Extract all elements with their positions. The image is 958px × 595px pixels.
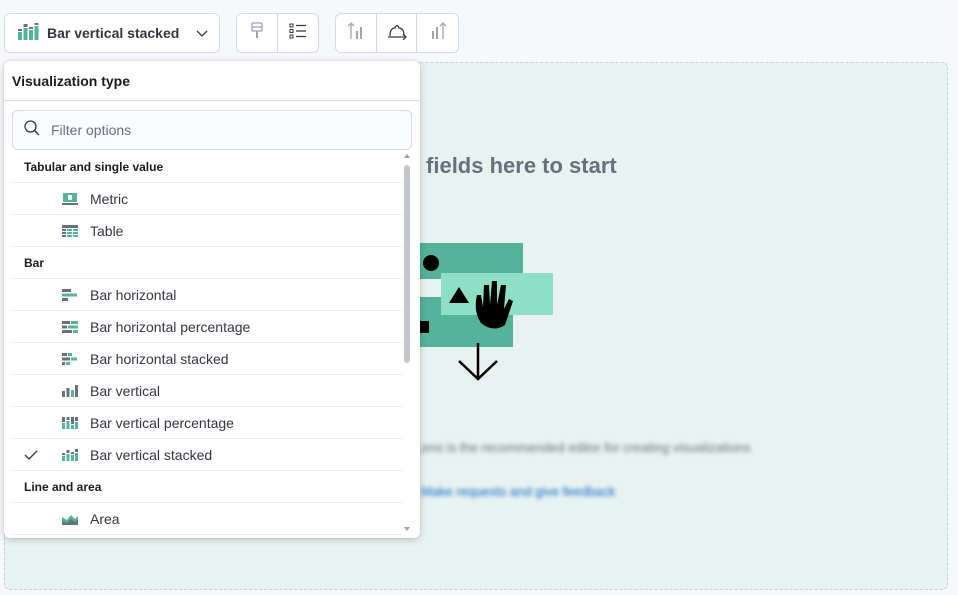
bar-vertical-icon [62,384,78,397]
scrollbar-thumb[interactable] [404,165,410,363]
option-bar-horizontal-stacked[interactable]: Bar horizontal stacked [12,343,402,375]
scroll-down-arrow[interactable] [404,527,410,531]
bottom-axis-icon [387,22,407,45]
option-bar-vertical-stacked[interactable]: Bar vertical stacked [12,439,402,471]
paintbrush-button[interactable] [237,14,278,52]
option-label: Area [90,510,120,527]
chevron-down-icon [195,26,209,40]
visualization-type-popover: Visualization type Tabular and single va… [4,61,420,538]
option-area[interactable]: Area [12,503,402,535]
visualization-type-label: Bar vertical stacked [47,25,180,41]
right-axis-icon [429,21,447,46]
visualization-type-list: Tabular and single value Metric Table Ba… [12,151,402,535]
filter-options-search [12,110,412,150]
checkmark-icon [24,448,44,462]
option-label: Bar horizontal [90,286,177,303]
bar-vertical-stacked-icon [17,22,39,45]
left-axis-button[interactable] [336,14,377,52]
option-table[interactable]: Table [12,215,402,247]
option-label: Metric [90,190,129,207]
option-label: Bar horizontal stacked [90,350,229,367]
option-bar-horizontal[interactable]: Bar horizontal [12,279,402,311]
group-header-tabular: Tabular and single value [12,151,402,183]
option-label: Bar vertical [90,382,161,399]
bar-horizontal-icon [62,288,78,301]
search-icon [23,119,41,142]
filter-options-input[interactable] [51,122,391,138]
option-label: Table [90,222,124,239]
list-settings-button[interactable] [278,14,319,52]
option-bar-vertical-percentage[interactable]: Bar vertical percentage [12,407,402,439]
option-metric[interactable]: Metric [12,183,402,215]
bar-vertical-percentage-icon [62,416,78,429]
toolbar: Bar vertical stacked [0,0,958,62]
bar-vertical-stacked-icon [62,448,78,461]
axis-button-group [335,13,459,53]
bar-horizontal-stacked-icon [62,352,78,365]
bar-horizontal-percentage-icon [62,320,78,333]
right-axis-button[interactable] [417,14,458,52]
bottom-axis-button[interactable] [377,14,418,52]
option-bar-vertical[interactable]: Bar vertical [12,375,402,407]
area-chart-icon [62,513,78,525]
scroll-up-arrow[interactable] [404,154,410,158]
option-label: Bar horizontal percentage [90,318,251,335]
visualization-type-button[interactable]: Bar vertical stacked [4,13,220,53]
option-label: Bar vertical percentage [90,414,234,431]
list-scrollbar[interactable] [402,153,412,531]
list-settings-icon [289,23,307,44]
left-axis-icon [347,21,365,46]
popover-title: Visualization type [4,61,420,101]
paintbrush-icon [250,21,264,45]
drop-zone-description: Lens is the recommended editor for creat… [415,440,751,455]
metric-icon [62,192,78,205]
feedback-link[interactable]: Make requests and give feedback [421,484,615,499]
group-header-line-and-area: Line and area [12,471,402,503]
option-bar-horizontal-percentage[interactable]: Bar horizontal percentage [12,311,402,343]
table-icon [62,224,78,237]
style-button-group [236,13,319,53]
group-header-bar: Bar [12,247,402,279]
option-label: Bar vertical stacked [90,446,213,463]
